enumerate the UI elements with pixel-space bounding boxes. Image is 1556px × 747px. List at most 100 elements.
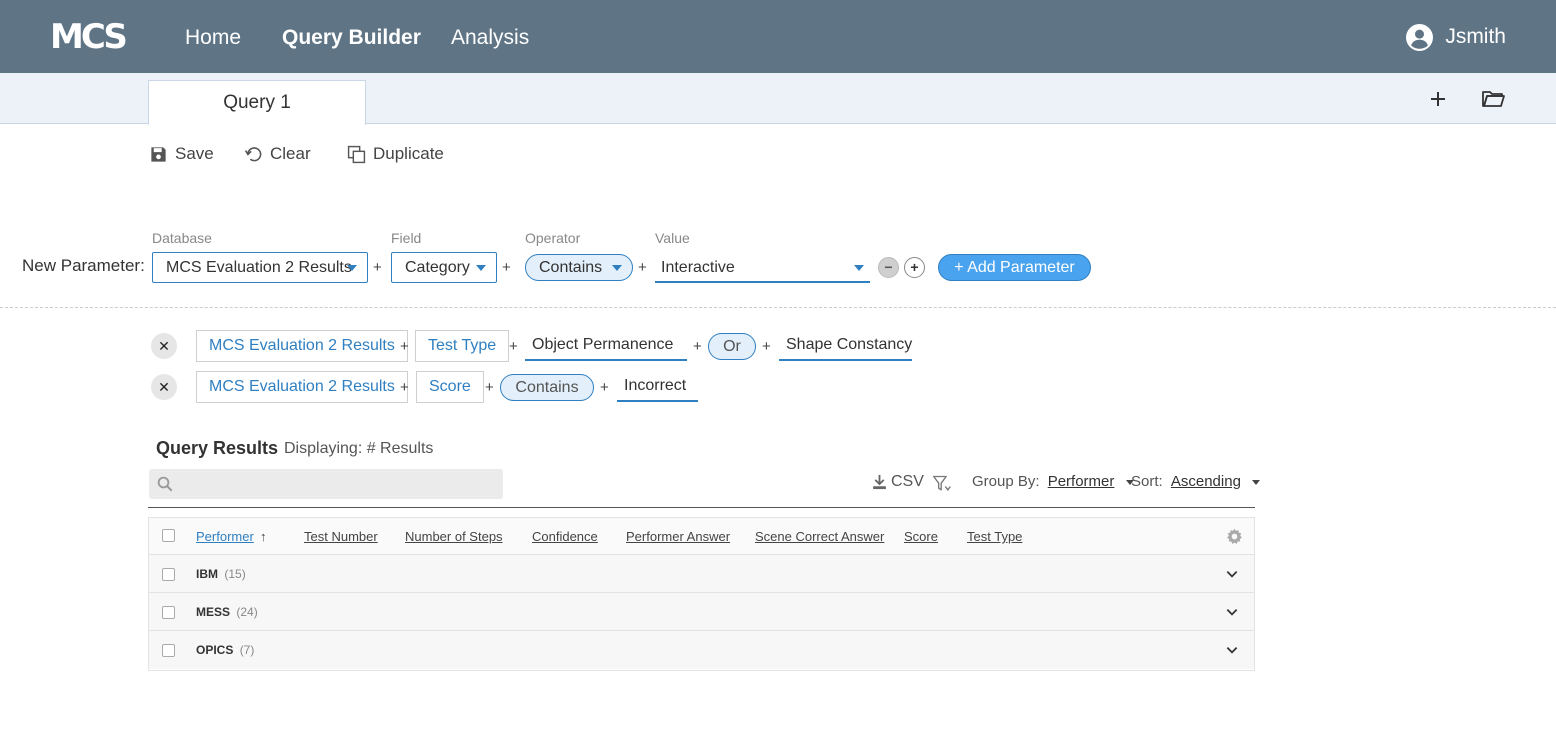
group-count: (7) [239, 643, 255, 657]
section-divider [0, 307, 1556, 308]
plus-separator: + [600, 379, 609, 396]
save-icon [151, 146, 166, 162]
query-database-chip[interactable]: MCS Evaluation 2 Results [196, 371, 408, 403]
csv-label: CSV [891, 473, 924, 490]
database-select-value: MCS Evaluation 2 Results [166, 259, 352, 276]
value-select[interactable]: Interactive [655, 254, 870, 283]
query-database-chip[interactable]: MCS Evaluation 2 Results [196, 330, 408, 362]
value-select-value: Interactive [661, 259, 735, 276]
sort-arrow-icon: ↑ [260, 529, 267, 544]
query-value-chip[interactable]: Shape Constancy [779, 331, 912, 361]
chevron-down-icon [476, 265, 486, 271]
plus-separator: + [400, 338, 409, 355]
mcs-logo[interactable]: MCS [50, 17, 128, 57]
sort-control[interactable]: Sort: Ascending [1131, 473, 1261, 490]
add-parameter-button[interactable]: + Add Parameter [938, 254, 1091, 281]
save-label: Save [175, 144, 214, 163]
results-title: Query Results [156, 438, 279, 458]
tab-query-1[interactable]: Query 1 [148, 80, 366, 125]
remove-query-row-button[interactable]: ✕ [151, 374, 177, 400]
row-checkbox[interactable] [162, 606, 175, 619]
user-avatar-icon [1406, 23, 1434, 51]
chevron-down-icon [854, 265, 864, 271]
query-value-chip[interactable]: Object Permanence [525, 331, 687, 361]
user-menu[interactable]: Jsmith [1406, 22, 1506, 52]
duplicate-label: Duplicate [373, 144, 444, 163]
nav-analysis[interactable]: Analysis [451, 24, 529, 52]
chevron-down-icon[interactable] [1225, 605, 1239, 619]
group-label: IBM [196, 567, 218, 581]
query-operator-chip[interactable]: Or [708, 333, 756, 360]
csv-export-button[interactable]: CSV [871, 473, 924, 491]
chevron-down-icon[interactable] [1225, 567, 1239, 581]
search-icon [157, 476, 173, 492]
field-label: Field [391, 230, 422, 246]
table-row[interactable]: OPICS (7) [149, 631, 1254, 669]
value-label: Value [655, 230, 690, 246]
filter-icon[interactable] [931, 474, 953, 494]
table-row[interactable]: IBM (15) [149, 555, 1254, 593]
column-header-performer-answer[interactable]: Performer Answer [626, 529, 730, 544]
results-table: Performer ↑ Test Number Number of Steps … [148, 517, 1255, 671]
sort-value[interactable]: Ascending [1171, 473, 1241, 490]
clear-label: Clear [270, 144, 311, 163]
gear-icon[interactable] [1226, 528, 1243, 545]
column-header-label: Performer [196, 529, 254, 544]
database-select[interactable]: MCS Evaluation 2 Results [152, 252, 368, 283]
column-header-test-number[interactable]: Test Number [304, 529, 378, 544]
group-label: MESS [196, 605, 231, 619]
column-header-scene-correct-answer[interactable]: Scene Correct Answer [755, 529, 884, 544]
plus-separator: + [502, 259, 511, 276]
download-icon [873, 474, 886, 490]
operator-label: Operator [525, 230, 581, 246]
results-search-input[interactable] [149, 469, 503, 499]
query-tab-strip: Query 1 [0, 73, 1556, 125]
database-label: Database [152, 230, 212, 246]
column-header-performer[interactable]: Performer [196, 529, 254, 544]
open-folder-icon[interactable] [1481, 87, 1505, 111]
results-divider [148, 507, 1255, 508]
user-name: Jsmith [1445, 25, 1506, 48]
query-field-chip[interactable]: Test Type [415, 330, 510, 362]
group-by-value[interactable]: Performer [1048, 473, 1115, 490]
plus-separator: + [485, 379, 494, 396]
query-operator-chip[interactable]: Contains [500, 374, 594, 401]
column-header-number-of-steps[interactable]: Number of Steps [405, 529, 503, 544]
chevron-down-icon [347, 265, 357, 271]
column-header-confidence[interactable]: Confidence [532, 529, 598, 544]
save-button[interactable]: Save [149, 143, 214, 165]
nav-query-builder[interactable]: Query Builder [282, 24, 421, 52]
chevron-down-icon[interactable] [1225, 643, 1239, 657]
plus-separator: + [509, 338, 518, 355]
chevron-down-icon [612, 265, 622, 271]
row-checkbox[interactable] [162, 568, 175, 581]
add-query-icon[interactable] [1426, 87, 1450, 111]
table-row[interactable]: MESS (24) [149, 593, 1254, 631]
results-count: Displaying: # Results [284, 440, 434, 457]
plus-separator: + [373, 259, 382, 276]
query-value-chip[interactable]: Incorrect [617, 372, 698, 402]
add-value-button[interactable]: + [904, 257, 925, 278]
group-by-label: Group By: [972, 473, 1040, 490]
remove-value-button[interactable]: − [878, 257, 899, 278]
remove-query-row-button[interactable]: ✕ [151, 333, 177, 359]
duplicate-icon [347, 145, 366, 163]
row-checkbox[interactable] [162, 644, 175, 657]
clear-button[interactable]: Clear [244, 143, 311, 165]
group-name: OPICS (7) [196, 643, 254, 657]
plus-separator: + [400, 379, 409, 396]
new-parameter-label: New Parameter: [22, 256, 145, 275]
group-name: IBM (15) [196, 567, 246, 581]
column-header-score[interactable]: Score [904, 529, 938, 544]
nav-home[interactable]: Home [185, 24, 241, 52]
query-field-chip[interactable]: Score [416, 371, 484, 403]
duplicate-button[interactable]: Duplicate [347, 143, 444, 165]
group-count: (24) [236, 605, 258, 619]
undo-icon [244, 146, 262, 161]
field-select[interactable]: Category [391, 252, 497, 283]
operator-select[interactable]: Contains [525, 254, 633, 281]
plus-separator: + [638, 259, 647, 276]
select-all-checkbox[interactable] [162, 529, 175, 542]
group-by-control[interactable]: Group By: Performer [972, 473, 1134, 490]
column-header-test-type[interactable]: Test Type [967, 529, 1022, 544]
